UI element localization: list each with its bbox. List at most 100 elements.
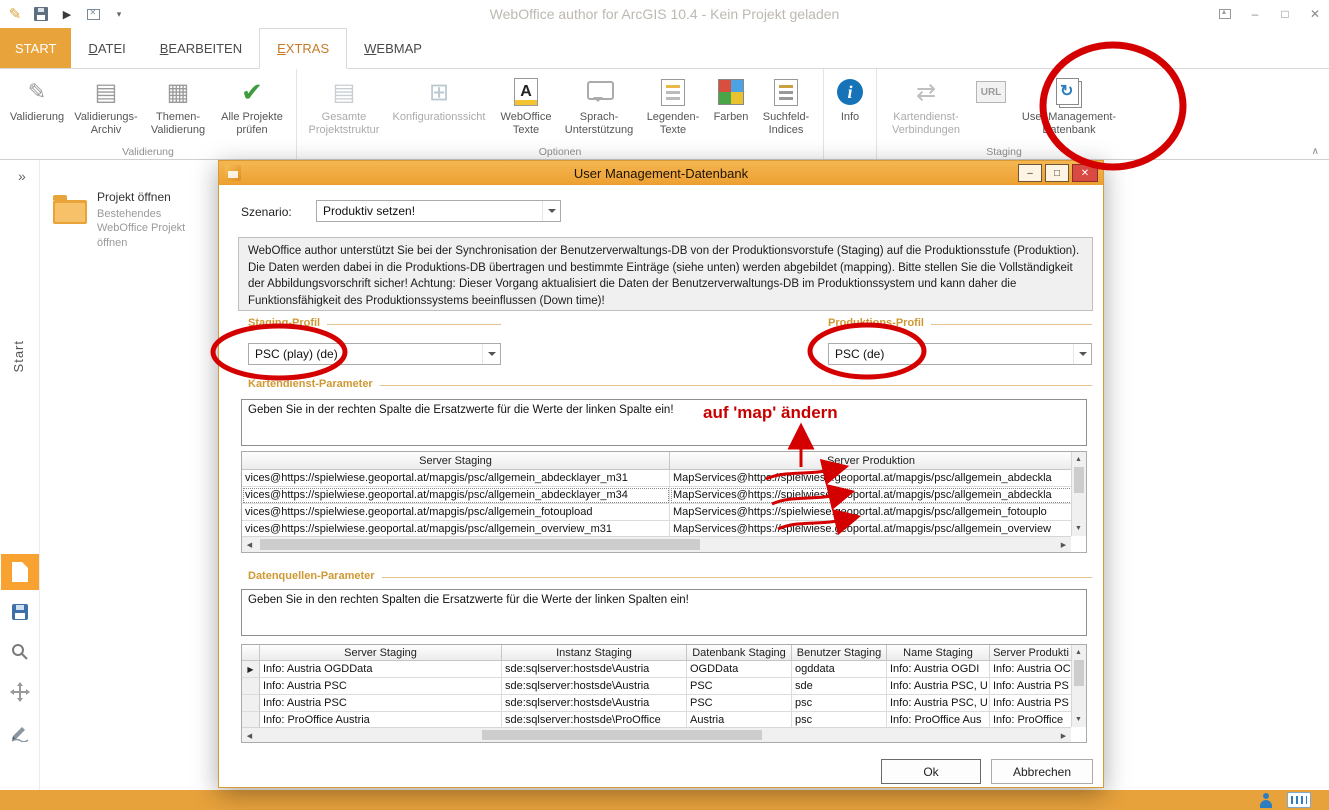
- column-header[interactable]: Server Produktion: [670, 452, 1071, 470]
- row-selector[interactable]: [242, 678, 260, 695]
- table-cell[interactable]: Info: Austria OGDI: [887, 661, 990, 678]
- panel-expander-icon[interactable]: »: [18, 168, 26, 184]
- signature-icon[interactable]: [1, 714, 39, 750]
- table-cell[interactable]: vices@https://spielwiese.geoportal.at/ma…: [242, 504, 670, 521]
- ribbon-button-sprach-unterstuetzung[interactable]: Sprach-Unterstützung: [560, 72, 638, 137]
- table-cell[interactable]: sde:sqlserver:hostsde\Austria: [502, 695, 687, 712]
- column-header[interactable]: Server Staging: [242, 452, 670, 470]
- table-cell[interactable]: MapServices@https://spielwiese.geoportal…: [670, 487, 1071, 504]
- table-cell[interactable]: vices@https://spielwiese.geoportal.at/ma…: [242, 470, 670, 487]
- ribbon-button-user-management-datenbank[interactable]: User Management-Datenbank: [1012, 72, 1126, 137]
- scroll-up-icon[interactable]: ▲: [1071, 452, 1086, 467]
- table-cell[interactable]: OGDData: [687, 661, 792, 678]
- scroll-right-icon[interactable]: ▶: [1056, 537, 1071, 552]
- table-cell[interactable]: sde:sqlserver:hostsde\Austria: [502, 678, 687, 695]
- scroll-down-icon[interactable]: ▼: [1071, 521, 1086, 536]
- table-cell[interactable]: ogddata: [792, 661, 887, 678]
- scroll-left-icon[interactable]: ◀: [242, 728, 257, 743]
- dialog-maximize-icon[interactable]: □: [1045, 164, 1069, 182]
- ribbon-button-info[interactable]: Info: [829, 72, 871, 124]
- save-icon[interactable]: [1, 594, 39, 630]
- tab-datei[interactable]: DATEI: [71, 28, 142, 68]
- ribbon-button-validierung[interactable]: Validierung: [5, 72, 69, 124]
- szenario-combo[interactable]: Produktiv setzen!: [316, 200, 561, 222]
- tab-start[interactable]: START: [0, 28, 71, 68]
- column-header[interactable]: Name Staging: [887, 645, 990, 661]
- table-cell[interactable]: Info: Austria PS: [990, 678, 1071, 695]
- tab-bearbeiten[interactable]: BEARBEITEN: [143, 28, 259, 68]
- table-cell[interactable]: Info: Austria PSC: [260, 678, 502, 695]
- vertical-scrollbar[interactable]: ▲ ▼: [1071, 645, 1086, 727]
- combo-dropdown-icon[interactable]: [482, 344, 500, 364]
- ok-button[interactable]: Ok: [881, 759, 981, 784]
- table-cell[interactable]: Info: Austria PS: [990, 695, 1071, 712]
- table-cell[interactable]: Info: Austria PSC: [260, 695, 502, 712]
- scroll-up-icon[interactable]: ▲: [1071, 645, 1086, 660]
- ribbon-button-weboffice-texte[interactable]: WebOffice Texte: [492, 72, 560, 137]
- ribbon-options-icon[interactable]: [1219, 9, 1231, 19]
- scrollbar-thumb[interactable]: [1074, 660, 1084, 686]
- dialog-titlebar[interactable]: User Management-Datenbank – □ ✕: [219, 161, 1103, 185]
- user-icon[interactable]: [1259, 793, 1273, 808]
- search-icon[interactable]: [1, 634, 39, 670]
- ribbon-button-farben[interactable]: Farben: [708, 72, 754, 124]
- tab-webmap[interactable]: WEBMAP: [347, 28, 439, 68]
- column-header[interactable]: Benutzer Staging: [792, 645, 887, 661]
- table-cell[interactable]: sde: [792, 678, 887, 695]
- table-cell[interactable]: PSC: [687, 678, 792, 695]
- table-cell[interactable]: MapServices@https://spielwiese.geoportal…: [670, 504, 1071, 521]
- tab-extras[interactable]: EXTRAS: [259, 28, 347, 69]
- ribbon-button-suchfeld-indices[interactable]: Suchfeld-Indices: [754, 72, 818, 137]
- scrollbar-thumb[interactable]: [1074, 467, 1084, 493]
- ribbon-button-alle-projekte-pruefen[interactable]: Alle Projekte prüfen: [213, 72, 291, 137]
- ribbon-button-legenden-texte[interactable]: Legenden-Texte: [638, 72, 708, 137]
- horizontal-scrollbar[interactable]: ◀ ▶: [242, 536, 1071, 552]
- ribbon-button-gesamte-projektstruktur[interactable]: Gesamte Projektstruktur: [302, 72, 386, 137]
- scroll-down-icon[interactable]: ▼: [1071, 712, 1086, 727]
- table-cell[interactable]: Info: Austria OGDData: [260, 661, 502, 678]
- column-header[interactable]: Datenbank Staging: [687, 645, 792, 661]
- column-header[interactable]: Server Produkti: [990, 645, 1071, 661]
- project-file-icon[interactable]: [1, 554, 39, 590]
- maximize-icon[interactable]: □: [1279, 7, 1291, 21]
- column-header[interactable]: Server Staging: [260, 645, 502, 661]
- table-cell[interactable]: MapServices@https://spielwiese.geoportal…: [670, 470, 1071, 487]
- vertical-scrollbar[interactable]: ▲ ▼: [1071, 452, 1086, 536]
- ribbon-button-konfigurationssicht[interactable]: Konfigurationssicht: [386, 72, 492, 124]
- table-cell[interactable]: sde:sqlserver:hostsde\Austria: [502, 661, 687, 678]
- column-header[interactable]: Instanz Staging: [502, 645, 687, 661]
- horizontal-scrollbar[interactable]: ◀ ▶: [242, 727, 1071, 742]
- ribbon-button-themen-validierung[interactable]: Themen-Validierung: [143, 72, 213, 137]
- ribbon-button-url[interactable]: [970, 72, 1012, 111]
- produktion-profile-combo[interactable]: PSC (de): [828, 343, 1092, 365]
- dialog-minimize-icon[interactable]: –: [1018, 164, 1042, 182]
- row-selector[interactable]: [242, 695, 260, 712]
- open-project-title[interactable]: Projekt öffnen: [97, 190, 171, 204]
- scroll-right-icon[interactable]: ▶: [1056, 728, 1071, 743]
- keyboard-layout-icon[interactable]: [1287, 792, 1311, 808]
- move-icon[interactable]: [1, 674, 39, 710]
- row-indicator-icon[interactable]: [242, 661, 260, 678]
- ribbon-button-validierungs-archiv[interactable]: Validierungs-Archiv: [69, 72, 143, 137]
- cancel-button[interactable]: Abbrechen: [991, 759, 1093, 784]
- ribbon-collapse-icon[interactable]: ∧: [1312, 146, 1319, 157]
- table-cell[interactable]: Info: Austria PSC, U: [887, 678, 990, 695]
- close-icon[interactable]: ✕: [1309, 7, 1321, 21]
- combo-dropdown-icon[interactable]: [542, 201, 560, 221]
- table-cell[interactable]: Info: Austria PSC, U: [887, 695, 990, 712]
- ribbon-button-kartendienst-verbindungen[interactable]: Kartendienst-Verbindungen: [882, 72, 970, 137]
- table-cell[interactable]: vices@https://spielwiese.geoportal.at/ma…: [242, 487, 670, 504]
- scrollbar-thumb[interactable]: [482, 730, 762, 740]
- combo-dropdown-icon[interactable]: [1073, 344, 1091, 364]
- table-row: Info: Austria OGDData sde:sqlserver:host…: [242, 661, 1071, 678]
- scrollbar-thumb[interactable]: [260, 539, 700, 550]
- table-cell[interactable]: psc: [792, 695, 887, 712]
- table-cell[interactable]: PSC: [687, 695, 792, 712]
- minimize-icon[interactable]: –: [1249, 7, 1261, 21]
- scroll-left-icon[interactable]: ◀: [242, 537, 257, 552]
- staging-profile-combo[interactable]: PSC (play) (de): [248, 343, 501, 365]
- start-tab-vertical-label[interactable]: Start: [11, 340, 26, 372]
- open-project-subtitle[interactable]: Bestehendes WebOffice Projekt öffnen: [97, 207, 215, 250]
- table-cell[interactable]: Info: Austria OC: [990, 661, 1071, 678]
- dialog-close-icon[interactable]: ✕: [1072, 164, 1098, 182]
